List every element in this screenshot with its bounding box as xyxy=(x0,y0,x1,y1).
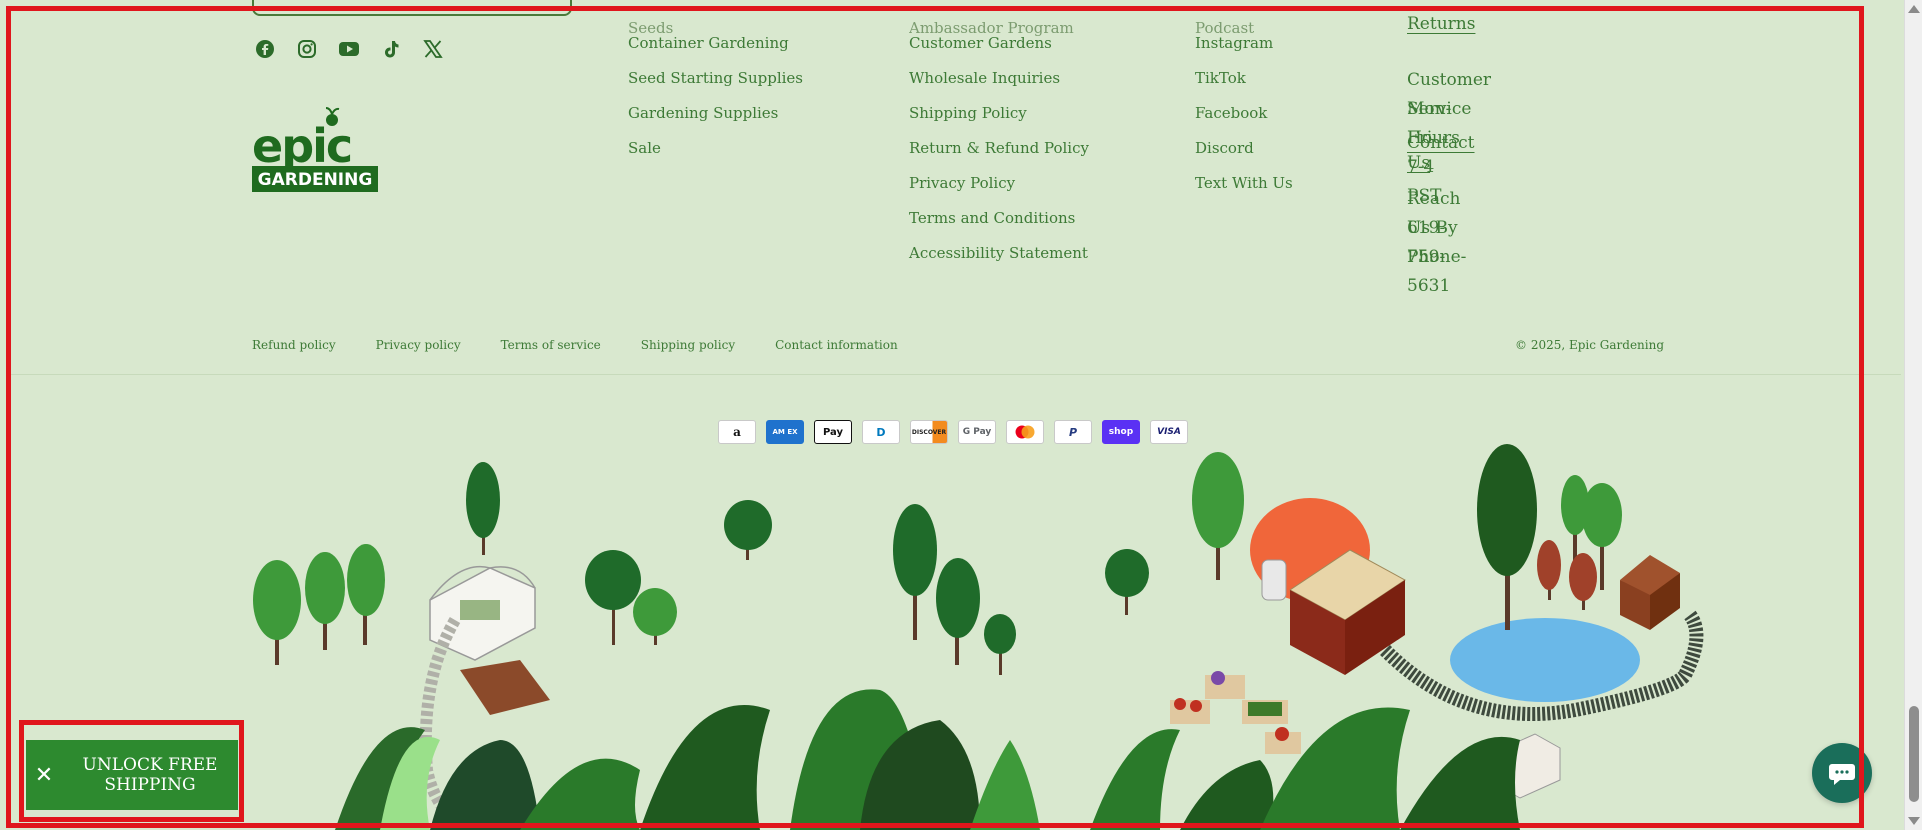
footer-link[interactable]: Sale xyxy=(628,138,803,173)
footer-link[interactable]: Discord xyxy=(1195,138,1293,173)
farmhouse xyxy=(1250,498,1406,675)
contact-information-link[interactable]: Contact information xyxy=(775,338,898,352)
shop-link-partial[interactable]: Seeds xyxy=(628,19,673,39)
logo-wordmark: epic xyxy=(252,119,351,173)
footer-link[interactable]: Seed Starting Supplies xyxy=(628,68,803,103)
copyright: © 2025, Epic Gardening xyxy=(1515,338,1665,352)
info-link-partial[interactable]: Ambassador Program xyxy=(909,19,1074,39)
footer-link[interactable]: Wholesale Inquiries xyxy=(909,68,1089,103)
scroll-up-arrow-icon[interactable] xyxy=(1908,5,1920,13)
footer-link[interactable]: Text With Us xyxy=(1195,173,1293,208)
footer-link[interactable]: Gardening Supplies xyxy=(628,103,803,138)
footer-link[interactable]: Shipping Policy xyxy=(909,103,1089,138)
foreground-plants xyxy=(335,689,1520,830)
unlock-free-shipping-label[interactable]: UNLOCK FREE SHIPPING xyxy=(62,755,238,795)
info-column: Ambassador Program Customer Gardens Whol… xyxy=(909,19,1089,278)
footer-link[interactable]: Terms and Conditions xyxy=(909,208,1089,243)
shipping-policy-link[interactable]: Shipping policy xyxy=(641,338,735,352)
footer-link[interactable]: TikTok xyxy=(1195,68,1293,103)
pond xyxy=(1450,618,1640,702)
close-icon[interactable]: ✕ xyxy=(26,763,62,788)
social-links xyxy=(252,36,446,62)
youtube-icon[interactable] xyxy=(336,36,362,62)
x-icon[interactable] xyxy=(420,36,446,62)
tree-cluster-right xyxy=(1477,444,1622,630)
garden-landscape-illustration xyxy=(253,444,1704,830)
contact-us-link[interactable]: Contact Us xyxy=(1407,133,1475,173)
footer-link[interactable]: Privacy Policy xyxy=(909,173,1089,208)
instagram-icon[interactable] xyxy=(294,36,320,62)
footer-link[interactable]: Facebook xyxy=(1195,103,1293,138)
tiktok-icon[interactable] xyxy=(378,36,404,62)
tree-cluster-left xyxy=(253,452,1244,675)
scroll-thumb[interactable] xyxy=(1909,706,1919,802)
community-link-partial[interactable]: Podcast xyxy=(1195,19,1254,39)
footer-link[interactable]: Accessibility Statement xyxy=(909,243,1089,278)
scroll-down-arrow-icon[interactable] xyxy=(1908,817,1920,825)
page-scrollbar[interactable] xyxy=(1904,0,1922,830)
footer-divider xyxy=(6,374,1901,375)
returns-link[interactable]: Returns xyxy=(1407,14,1475,34)
raised-beds xyxy=(1170,671,1301,754)
newsletter-email-input[interactable] xyxy=(252,0,572,16)
footer-link[interactable]: Return & Refund Policy xyxy=(909,138,1089,173)
shop-column: Seeds Container Gardening Seed Starting … xyxy=(628,19,803,173)
epic-gardening-logo[interactable]: epic GARDENING xyxy=(252,106,378,196)
cabin xyxy=(1620,555,1680,630)
chat-button[interactable] xyxy=(1812,743,1872,803)
terms-of-service-link[interactable]: Terms of service xyxy=(501,338,601,352)
privacy-policy-link[interactable]: Privacy policy xyxy=(376,338,461,352)
refund-policy-link[interactable]: Refund policy xyxy=(252,338,336,352)
community-column: Podcast Instagram TikTok Facebook Discor… xyxy=(1195,19,1293,208)
soil-bed xyxy=(460,660,550,715)
phone-number: 619-759-5631 xyxy=(1407,218,1451,296)
policy-links: Refund policy Privacy policy Terms of se… xyxy=(252,338,898,352)
chat-icon xyxy=(1829,764,1855,785)
unlock-free-shipping-button[interactable]: ✕ UNLOCK FREE SHIPPING xyxy=(26,740,238,810)
logo-subword: GARDENING xyxy=(258,170,373,190)
facebook-icon[interactable] xyxy=(252,36,278,62)
